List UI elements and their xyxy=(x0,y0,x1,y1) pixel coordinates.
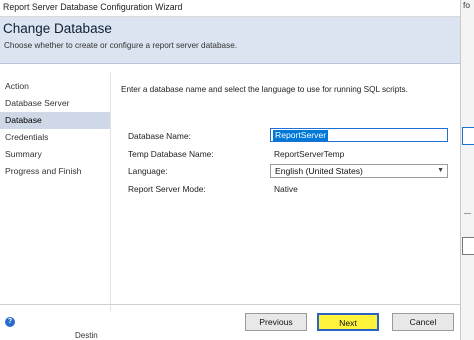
background-button-2[interactable] xyxy=(462,237,474,255)
main-content: Enter a database name and select the lan… xyxy=(110,72,460,304)
footer-divider xyxy=(0,304,460,305)
language-selected-value: English (United States) xyxy=(275,166,363,176)
temp-database-name-label: Temp Database Name: xyxy=(128,149,214,159)
temp-database-name-value: ReportServerTemp xyxy=(274,149,345,159)
report-server-mode-value: Native xyxy=(274,184,298,194)
wizard-header: Change Database Choose whether to create… xyxy=(0,17,460,64)
database-name-input[interactable]: ReportServer xyxy=(270,128,448,142)
nav-item-credentials[interactable]: Credentials xyxy=(0,129,110,146)
language-label: Language: xyxy=(128,166,168,176)
nav-item-progress-and-finish[interactable]: Progress and Finish xyxy=(0,163,110,180)
database-name-value: ReportServer xyxy=(273,130,329,141)
title-bar: Report Server Database Configuration Wiz… xyxy=(0,0,460,17)
report-server-mode-label: Report Server Mode: xyxy=(128,184,206,194)
previous-button[interactable]: Previous xyxy=(245,313,307,331)
page-title: Change Database xyxy=(3,21,112,36)
nav-item-action[interactable]: Action xyxy=(0,78,110,95)
background-button-1[interactable] xyxy=(462,127,474,145)
wizard-steps-nav: Action Database Server Database Credenti… xyxy=(0,72,111,312)
nav-item-database-server[interactable]: Database Server xyxy=(0,95,110,112)
chevron-down-icon: ▼ xyxy=(437,167,444,174)
page-subtitle: Choose whether to create or configure a … xyxy=(4,41,238,50)
nav-item-database[interactable]: Database xyxy=(0,112,110,129)
background-tick-mark: — xyxy=(464,210,471,217)
window-title: Report Server Database Configuration Wiz… xyxy=(3,2,183,12)
help-icon[interactable]: ? xyxy=(5,317,15,327)
nav-item-summary[interactable]: Summary xyxy=(0,146,110,163)
background-window-strip: fo xyxy=(460,0,474,340)
language-select[interactable]: English (United States) ▼ xyxy=(270,164,448,178)
instruction-text: Enter a database name and select the lan… xyxy=(121,85,408,94)
cancel-button[interactable]: Cancel xyxy=(392,313,454,331)
background-edge-text: fo xyxy=(463,0,470,10)
database-name-label: Database Name: xyxy=(128,131,191,141)
background-bottom-text: Destin xyxy=(75,331,98,340)
next-button[interactable]: Next xyxy=(317,313,379,331)
